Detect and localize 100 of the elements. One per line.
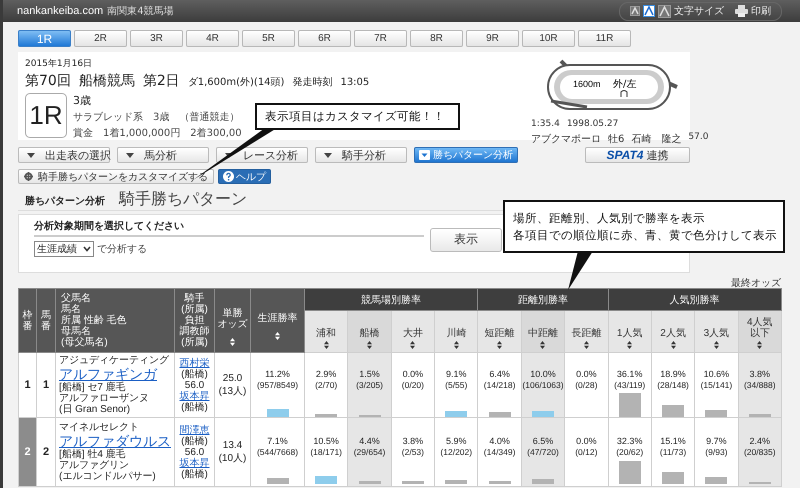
header-label: 母馬名 — [61, 326, 91, 337]
carried-weight: 56.0 — [184, 446, 206, 458]
race-tab[interactable]: 3R — [130, 30, 183, 47]
show-button[interactable]: 表示 — [430, 228, 502, 252]
win-count: (20/835) — [744, 447, 776, 458]
win-odds: 25.0 — [222, 372, 242, 384]
sire-name: アジュディケーティング — [59, 355, 169, 366]
menu-button[interactable]: 出走表の選択 — [18, 147, 110, 163]
dropdown-icon — [419, 150, 430, 160]
sort-icon[interactable] — [627, 341, 632, 349]
win-rate: 2.4% — [750, 436, 770, 447]
win-rate: 7.1% — [267, 436, 288, 447]
race-tab[interactable]: 5R — [242, 30, 295, 47]
header-label: 調教師 — [180, 326, 210, 337]
sort-icon[interactable] — [584, 341, 589, 349]
win-count: (3/205) — [356, 380, 383, 391]
horse-name-link[interactable]: アルファダウルス — [59, 433, 171, 449]
period-select[interactable]: 生涯成績 — [34, 240, 94, 256]
win-count: (18/171) — [310, 447, 342, 458]
sort-icon[interactable] — [410, 341, 416, 349]
win-count: (5/55) — [445, 380, 468, 391]
caret-icon — [126, 152, 134, 158]
win-count: (47/720) — [527, 447, 559, 458]
win-rate: 5.9% — [446, 436, 467, 447]
track-distance: 1600m — [573, 79, 601, 89]
win-count: (14/349) — [484, 447, 516, 458]
dam-sire-name: (日 Gran Senor) — [59, 404, 130, 415]
column-label: 長距離 — [571, 328, 602, 339]
font-size-icon[interactable] — [630, 6, 640, 16]
help-icon — [223, 171, 234, 182]
win-rate: 9.1% — [446, 369, 467, 380]
sort-icon[interactable] — [714, 341, 719, 349]
win-rate: 2.9% — [316, 369, 336, 380]
race-tab[interactable]: 4R — [186, 30, 239, 47]
win-rate: 4.0% — [489, 436, 510, 447]
column-group-header: 距離別勝率 — [478, 288, 608, 310]
win-count: (544/7668) — [256, 447, 298, 458]
trainer-link[interactable]: 坂本昇 — [180, 390, 210, 402]
customize-button[interactable]: 騎手勝ちパターンをカスタマイズする — [18, 169, 214, 184]
race-tab[interactable]: 2R — [74, 30, 127, 47]
race-tab[interactable]: 8R — [410, 30, 463, 47]
race-tab[interactable]: 11R — [578, 30, 631, 47]
print-link[interactable]: 印刷 — [751, 4, 771, 18]
win-rate: 32.3% — [616, 436, 642, 447]
menu-button[interactable]: 馬分析 — [117, 147, 209, 163]
win-rate: 0.0% — [402, 369, 424, 380]
frame-number-cell: 2 — [18, 418, 36, 486]
column-group-header: 競馬場別勝率 — [304, 288, 478, 310]
carried-weight: 56.0 — [184, 380, 206, 390]
frame-number-cell: 1 — [18, 352, 36, 418]
race-tab[interactable]: 10R — [522, 30, 575, 47]
win-count: (957/8549) — [256, 380, 298, 391]
font-size-icon[interactable] — [658, 4, 671, 18]
sort-icon[interactable] — [230, 338, 235, 346]
sort-icon[interactable] — [540, 341, 546, 349]
sort-icon[interactable] — [367, 341, 372, 349]
spat4-button[interactable]: SPAT4 連携 — [585, 147, 690, 163]
column-label: 1人気 — [616, 328, 642, 339]
win-count: (0/28) — [575, 380, 598, 391]
jockey-affiliation: (船橋) — [181, 368, 208, 380]
font-size-label: 文字サイズ — [674, 4, 724, 18]
menu-button[interactable]: レース分析 — [216, 147, 308, 163]
horse-name-link[interactable]: アルファギンガ — [59, 366, 171, 382]
race-class: サラブレッド系 3歳 （普通競走） — [73, 110, 240, 124]
horse-number-cell: 2 — [36, 418, 56, 486]
jockey-affiliation: (船橋) — [181, 436, 208, 446]
header-label: 単勝 — [222, 308, 242, 318]
sort-icon[interactable] — [454, 341, 459, 349]
sort-icon[interactable] — [275, 332, 280, 340]
trainer-link[interactable]: 坂本昇 — [180, 458, 210, 468]
sort-icon[interactable] — [324, 341, 329, 349]
race-prize: 賞金 1着1,000,000円 2着300,00 — [73, 126, 242, 140]
win-odds: 13.4 — [222, 440, 242, 450]
font-size-icon[interactable] — [643, 5, 655, 17]
caret-icon — [27, 152, 35, 158]
sort-icon[interactable] — [497, 341, 502, 349]
caret-icon — [324, 152, 332, 158]
race-tab[interactable]: 7R — [354, 30, 407, 47]
race-meeting: 第70回 — [25, 72, 71, 90]
race-tab[interactable]: 9R — [466, 30, 519, 47]
win-rate: 10.5% — [313, 436, 339, 447]
help-button[interactable]: ヘルプ — [218, 169, 271, 184]
section-category: 勝ちパターン分析 — [25, 194, 105, 208]
win-rate: 18.9% — [660, 369, 686, 380]
win-count: (12/202) — [440, 447, 472, 458]
race-date: 2015年1月16日 — [25, 58, 94, 70]
sort-icon[interactable] — [670, 341, 676, 349]
win-count: (2/53) — [402, 447, 424, 458]
site-subtitle: 南関東4競馬場 — [107, 4, 174, 18]
column-label: 4人気以下 — [746, 317, 774, 339]
win-rate: 36.1% — [616, 369, 642, 380]
column-label: 2人気 — [660, 328, 686, 339]
jockey-link[interactable]: 間澤恵 — [180, 424, 210, 436]
sire-name: マイネルセレクト — [59, 422, 139, 433]
chevron-icon — [83, 246, 91, 252]
jockey-link[interactable]: 西村栄 — [180, 358, 210, 368]
menu-button[interactable]: 騎手分析 — [315, 147, 407, 163]
sort-icon[interactable] — [757, 341, 762, 349]
race-tab[interactable]: 6R — [298, 30, 351, 47]
win-rate: 9.7% — [706, 436, 727, 447]
